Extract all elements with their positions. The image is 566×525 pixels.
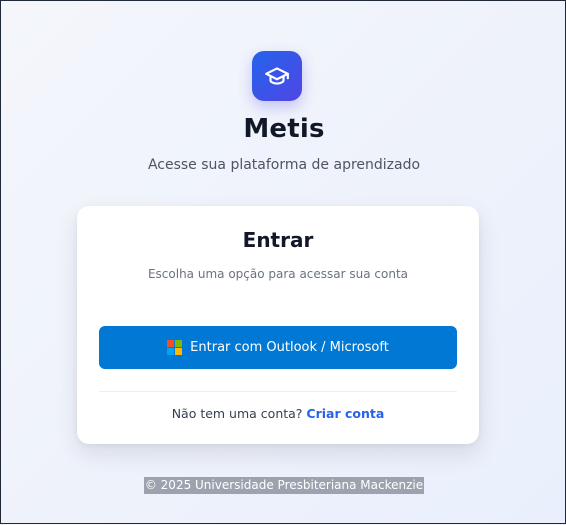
graduation-cap-icon xyxy=(265,67,289,85)
signup-row: Não tem uma conta? Criar conta xyxy=(77,406,479,421)
login-title: Entrar xyxy=(242,228,314,252)
app-logo xyxy=(252,51,302,101)
signup-prompt: Não tem uma conta? xyxy=(171,406,307,421)
create-account-link[interactable]: Criar conta xyxy=(306,406,384,421)
app-title: Metis xyxy=(243,114,325,144)
login-card: Entrar Escolha uma opção para acessar su… xyxy=(77,206,479,444)
copyright-text: © 2025 Universidade Presbiteriana Macken… xyxy=(143,477,425,494)
login-subtitle: Escolha uma opção para acessar sua conta xyxy=(147,267,409,281)
divider xyxy=(99,391,457,392)
footer: © 2025 Universidade Presbiteriana Macken… xyxy=(1,474,566,494)
microsoft-logo-icon xyxy=(167,340,183,355)
microsoft-login-label: Entrar com Outlook / Microsoft xyxy=(190,340,389,355)
microsoft-login-button[interactable]: Entrar com Outlook / Microsoft xyxy=(99,326,457,369)
login-page: Metis Acesse sua plataforma de aprendiza… xyxy=(1,1,566,525)
app-subtitle: Acesse sua plataforma de aprendizado xyxy=(147,157,421,173)
